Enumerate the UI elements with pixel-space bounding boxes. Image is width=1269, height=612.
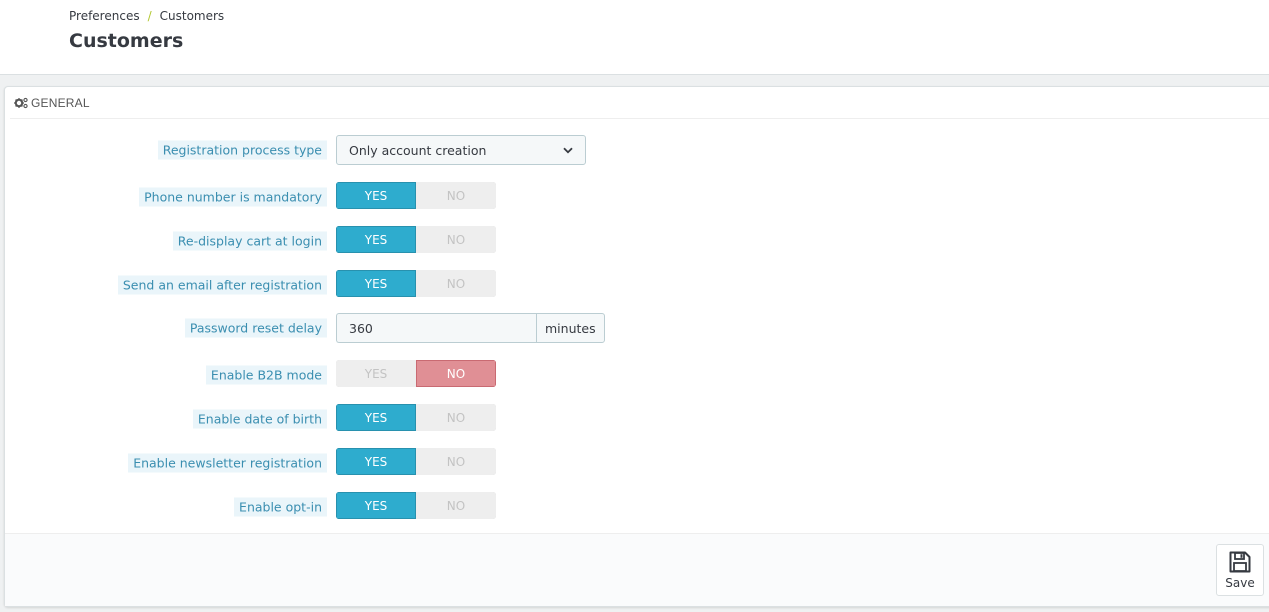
send-email-switch[interactable]: YES NO (336, 270, 496, 297)
redisplay-cart-row: Re-display cart at login YES NO (5, 226, 625, 256)
phone-mandatory-label: Phone number is mandatory (139, 187, 327, 207)
send-email-row: Send an email after registration YES NO (5, 270, 625, 300)
registration-process-type-row: Registration process type Only account c… (5, 135, 625, 165)
redisplay-cart-no[interactable]: NO (416, 226, 496, 253)
breadcrumb-separator: / (147, 9, 152, 23)
cogs-icon (14, 97, 28, 108)
save-label: Save (1225, 576, 1255, 590)
phone-mandatory-no[interactable]: NO (416, 182, 496, 209)
date-of-birth-yes[interactable]: YES (336, 404, 416, 431)
date-of-birth-row: Enable date of birth YES NO (5, 404, 625, 434)
optin-label: Enable opt-in (234, 497, 327, 517)
redisplay-cart-yes[interactable]: YES (336, 226, 416, 253)
password-reset-delay-group: minutes (336, 313, 605, 343)
password-reset-delay-input[interactable] (336, 313, 536, 343)
page-title: Customers (69, 30, 184, 52)
b2b-mode-switch[interactable]: YES NO (336, 360, 496, 387)
registration-process-type-select[interactable]: Only account creation (336, 135, 586, 165)
b2b-mode-no[interactable]: NO (416, 360, 496, 387)
optin-yes[interactable]: YES (336, 492, 416, 519)
redisplay-cart-switch[interactable]: YES NO (336, 226, 496, 253)
phone-mandatory-row: Phone number is mandatory YES NO (5, 182, 625, 212)
phone-mandatory-yes[interactable]: YES (336, 182, 416, 209)
newsletter-row: Enable newsletter registration YES NO (5, 448, 625, 478)
panel-heading: GENERAL (10, 87, 1269, 119)
b2b-mode-label: Enable B2B mode (205, 365, 327, 385)
registration-process-type-value: Only account creation (349, 142, 487, 158)
date-of-birth-label: Enable date of birth (192, 409, 327, 429)
b2b-mode-row: Enable B2B mode YES NO (5, 360, 625, 390)
phone-mandatory-switch[interactable]: YES NO (336, 182, 496, 209)
date-of-birth-switch[interactable]: YES NO (336, 404, 496, 431)
b2b-mode-yes[interactable]: YES (336, 360, 416, 387)
password-reset-delay-label: Password reset delay (184, 318, 327, 338)
panel-title: GENERAL (31, 95, 90, 110)
date-of-birth-no[interactable]: NO (416, 404, 496, 431)
newsletter-yes[interactable]: YES (336, 448, 416, 475)
breadcrumb: Preferences / Customers (69, 9, 224, 23)
optin-row: Enable opt-in YES NO (5, 492, 625, 522)
redisplay-cart-label: Re-display cart at login (172, 231, 327, 251)
chevron-down-icon (563, 147, 573, 153)
newsletter-no[interactable]: NO (416, 448, 496, 475)
send-email-yes[interactable]: YES (336, 270, 416, 297)
registration-process-type-label: Registration process type (157, 140, 327, 160)
minutes-addon: minutes (536, 313, 605, 343)
password-reset-delay-row: Password reset delay minutes (5, 313, 625, 343)
breadcrumb-preferences[interactable]: Preferences (69, 9, 140, 23)
newsletter-label: Enable newsletter registration (128, 453, 327, 473)
optin-switch[interactable]: YES NO (336, 492, 496, 519)
optin-no[interactable]: NO (416, 492, 496, 519)
send-email-label: Send an email after registration (117, 275, 327, 295)
send-email-no[interactable]: NO (416, 270, 496, 297)
floppy-disk-icon (1229, 551, 1251, 573)
general-panel: GENERAL Registration process type Only a… (4, 86, 1269, 607)
panel-footer: Save (5, 533, 1269, 606)
newsletter-switch[interactable]: YES NO (336, 448, 496, 475)
breadcrumb-customers: Customers (159, 9, 225, 23)
page-header: Preferences / Customers Customers (0, 0, 1269, 75)
save-button[interactable]: Save (1216, 544, 1264, 596)
